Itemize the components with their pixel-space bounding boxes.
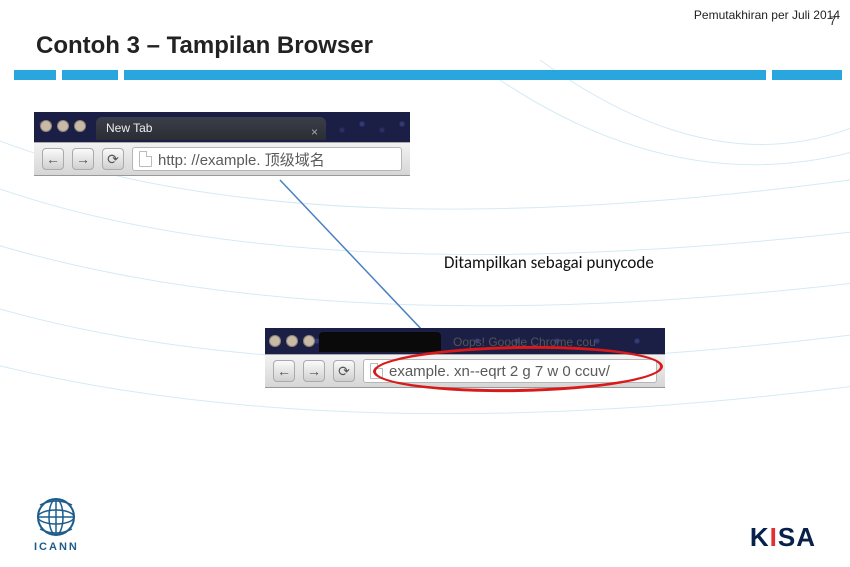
tab-error-label: Oops! Google Chrome cou [453,335,596,349]
window-dot [74,120,86,132]
window-controls [269,335,315,347]
icann-logo: ICANN [34,495,79,553]
reload-button: ⟳ [102,148,124,170]
page-icon [139,151,152,167]
icann-text: ICANN [34,541,79,553]
forward-button: → [303,360,325,382]
close-icon: × [311,121,318,144]
tab-strip: Oops! Google Chrome cou [265,328,665,354]
address-bar: example. xn--eqrt 2 g 7 w 0 ccuv/ [363,359,657,383]
kisa-k: K [750,522,770,552]
url-text: http: //example. 顶级域名 [158,149,325,170]
tab-label: New Tab [106,121,152,135]
address-bar: http: //example. 顶级域名 [132,147,402,171]
tab-strip: New Tab × [34,112,410,142]
kisa-logo: KISA [750,522,816,553]
forward-button: → [72,148,94,170]
back-button: ← [42,148,64,170]
globe-icon [34,495,78,539]
reload-button: ⟳ [333,360,355,382]
punycode-caption: Ditampilkan sebagai punycode [444,252,654,273]
window-dot [286,335,298,347]
browser-tab [319,332,441,352]
nav-toolbar: ← → ⟳ example. xn--eqrt 2 g 7 w 0 ccuv/ [265,354,665,388]
browser-screenshot-1: New Tab × ← → ⟳ http: //example. 顶级域名 [34,112,410,176]
pointer-arrow [0,0,850,567]
window-dot [303,335,315,347]
kisa-i: I [770,522,778,552]
back-button: ← [273,360,295,382]
page-number: 7 [829,14,836,28]
page-icon [370,363,383,379]
page-title: Contoh 3 – Tampilan Browser [36,32,373,60]
footer: ICANN KISA [34,495,816,553]
nav-toolbar: ← → ⟳ http: //example. 顶级域名 [34,142,410,176]
window-dot [57,120,69,132]
url-text: example. xn--eqrt 2 g 7 w 0 ccuv/ [389,363,610,380]
browser-screenshot-2: Oops! Google Chrome cou ← → ⟳ example. x… [265,328,665,388]
title-divider [14,70,842,80]
window-controls [40,120,86,132]
browser-tab: New Tab × [96,117,326,140]
background-curves [0,0,850,567]
window-dot [269,335,281,347]
update-note: Pemutakhiran per Juli 2014 [694,8,840,22]
kisa-sa: SA [778,522,816,552]
window-dot [40,120,52,132]
